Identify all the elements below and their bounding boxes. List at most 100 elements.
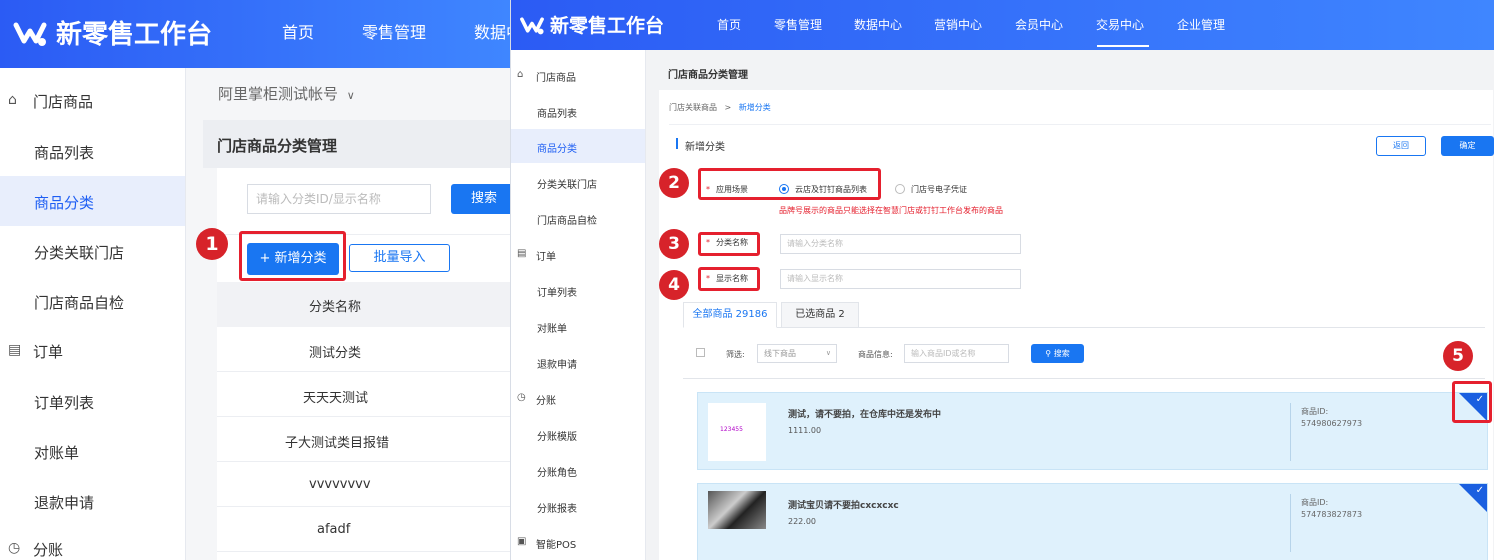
tab-all-products[interactable]: 全部商品 29186 — [683, 302, 777, 328]
back-button[interactable]: 返回 — [1376, 136, 1426, 156]
search-input[interactable]: 请输入分类ID/显示名称 — [247, 184, 431, 214]
product-name: 测试，请不要拍，在仓库中还是发布中 — [788, 410, 942, 420]
search-icon: ⚲ — [1045, 349, 1052, 358]
product-name: 测试宝贝请不要拍cxcxcxc — [788, 501, 899, 511]
store-icon: ⌂ — [517, 69, 524, 80]
nav-home[interactable]: 首页 — [282, 19, 362, 43]
sidebar-group-store[interactable]: ⌂ 门店商品 — [511, 58, 645, 90]
sidebar-item-order-list[interactable]: 订单列表 — [0, 376, 185, 424]
filter-search-button[interactable]: ⚲ 搜索 — [1031, 344, 1084, 363]
annotation-badge-4: 4 — [659, 270, 689, 300]
annotation-box-select — [1452, 381, 1492, 423]
sidebar-group-order[interactable]: ▤ 订单 — [0, 326, 185, 374]
sidebar-item-product-list[interactable]: 商品列表 — [0, 126, 185, 174]
brand[interactable]: 新零售工作台 — [519, 11, 664, 38]
sidebar-item-category-stores[interactable]: 分类关联门店 — [511, 165, 645, 199]
sidebar-item-refund[interactable]: 退款申请 — [511, 345, 645, 379]
product-info-input[interactable]: 输入商品ID或名称 — [904, 344, 1009, 363]
nav-member[interactable]: 会员中心 — [1015, 16, 1096, 33]
table-header: 分类名称 — [217, 282, 510, 327]
brand-logo-icon — [12, 15, 48, 51]
scene-hint: 品牌号展示的商品只能选择在智慧门店或钉钉工作台发布的商品 — [779, 206, 1003, 215]
nav-enterprise[interactable]: 企业管理 — [1177, 16, 1225, 33]
brand-name: 新零售工作台 — [550, 15, 665, 37]
top-nav-bar: 新零售工作台 首页 零售管理 数据中心 — [0, 0, 510, 68]
product-id: 574783827873 — [1301, 510, 1363, 519]
sidebar-item-category-stores[interactable]: 分类关联门店 — [0, 226, 185, 274]
sidebar-item-product-list[interactable]: 商品列表 — [511, 94, 645, 128]
filter-select[interactable]: 线下商品 ∨ — [757, 344, 837, 363]
radio-voucher-label[interactable]: 门店号电子凭证 — [911, 184, 967, 195]
nav-home[interactable]: 首页 — [717, 16, 774, 33]
sidebar-item-split-template[interactable]: 分账模版 — [511, 417, 645, 451]
display-name-input[interactable]: 请输入显示名称 — [780, 269, 1021, 289]
sidebar-group-store[interactable]: ⌂ 门店商品 — [0, 76, 185, 124]
breadcrumb-current: 新增分类 — [738, 103, 771, 112]
tab-selected-products[interactable]: 已选商品 2 — [781, 302, 859, 328]
sidebar-item-refund[interactable]: 退款申请 — [0, 476, 185, 524]
batch-import-button[interactable]: 批量导入 — [349, 244, 450, 272]
product-card[interactable]: 123455 测试，请不要拍，在仓库中还是发布中 1111.00 商品ID: 5… — [697, 392, 1488, 470]
page-title: 门店商品分类管理 — [217, 137, 338, 155]
clock-icon: ◷ — [517, 392, 526, 403]
table-row[interactable]: 天天天测试 — [217, 372, 510, 417]
table-row[interactable]: 子大测试类目报错 — [217, 417, 510, 462]
sidebar-item-split-role[interactable]: 分账角色 — [511, 453, 645, 487]
annotation-badge-5: 5 — [1443, 341, 1473, 371]
content-panel: 门店关联商品 > 新增分类 新增分类 返回 确定 * 应用场景 云店及钉钉商品列… — [659, 90, 1494, 560]
nav-retail[interactable]: 零售管理 — [774, 16, 854, 33]
confirm-button[interactable]: 确定 — [1441, 136, 1494, 156]
annotation-box-display-name — [698, 267, 760, 291]
store-icon: ⌂ — [8, 92, 17, 108]
sidebar-group-split[interactable]: ◷ 分账 — [511, 381, 645, 415]
nav-data[interactable]: 数据中心 — [474, 19, 510, 43]
table-row[interactable]: afadf — [217, 507, 510, 552]
form-header: 新增分类 返回 确定 — [669, 124, 1494, 162]
table-row[interactable]: 测试分类 — [217, 327, 510, 372]
sidebar-group-pos[interactable]: ▣ 智能POS — [511, 525, 645, 559]
check-icon: ✓ — [1475, 485, 1484, 496]
sidebar-item-statement[interactable]: 对账单 — [511, 309, 645, 343]
product-card[interactable]: 测试宝贝请不要拍cxcxcxc 222.00 商品ID: 57478382787… — [697, 483, 1488, 560]
annotation-box-scene — [698, 168, 881, 200]
category-name-input[interactable]: 请输入分类名称 — [780, 234, 1021, 254]
brand-name: 新零售工作台 — [56, 20, 213, 50]
chevron-down-icon: ∨ — [346, 89, 355, 102]
search-button[interactable]: 搜索 — [451, 184, 510, 214]
right-screenshot: 新零售工作台 首页 零售管理 数据中心 营销中心 会员中心 交易中心 企业管理 … — [510, 0, 1494, 560]
page-title-bar: 门店商品分类管理 — [203, 120, 510, 168]
tab-bar: 全部商品 29186 已选商品 2 — [683, 302, 1485, 328]
breadcrumb-parent[interactable]: 门店关联商品 — [669, 103, 717, 112]
chevron-down-icon: ∨ — [825, 349, 831, 357]
nav-trade[interactable]: 交易中心 — [1096, 16, 1177, 33]
sidebar-item-order-list[interactable]: 订单列表 — [511, 273, 645, 307]
breadcrumb: 门店关联商品 > 新增分类 — [669, 103, 771, 112]
sidebar-item-split-report[interactable]: 分账报表 — [511, 489, 645, 523]
nav-retail[interactable]: 零售管理 — [362, 19, 474, 43]
sidebar-item-product-category[interactable]: 商品分类 — [0, 176, 185, 226]
nav-marketing[interactable]: 营销中心 — [934, 16, 1015, 33]
product-thumbnail — [708, 491, 766, 529]
sidebar-item-self-check[interactable]: 门店商品自检 — [0, 276, 185, 324]
nav-active-indicator — [1097, 45, 1149, 47]
sidebar-item-self-check[interactable]: 门店商品自检 — [511, 201, 645, 235]
product-thumbnail: 123455 — [708, 403, 766, 461]
sidebar: ⌂ 门店商品 商品列表 商品分类 分类关联门店 门店商品自检 ▤ 订单 订单列表… — [511, 50, 646, 560]
annotation-box-category-name — [698, 232, 760, 256]
left-screenshot: 新零售工作台 首页 零售管理 数据中心 ⌂ 门店商品 商品列表 商品分类 分类关… — [0, 0, 510, 560]
sidebar-item-statement[interactable]: 对账单 — [0, 426, 185, 474]
select-all-checkbox[interactable] — [696, 348, 705, 357]
brand-logo-icon — [519, 12, 545, 38]
annotation-badge-2: 2 — [659, 168, 689, 198]
sidebar-group-order[interactable]: ▤ 订单 — [511, 237, 645, 271]
sidebar-group-split[interactable]: ◷ 分账 — [0, 526, 185, 560]
order-icon: ▤ — [8, 342, 22, 358]
account-switcher[interactable]: 阿里掌柜测试帐号 ∨ — [218, 83, 355, 104]
section-title: 新增分类 — [685, 142, 725, 153]
pos-icon: ▣ — [517, 536, 527, 547]
sidebar-item-product-category[interactable]: 商品分类 — [511, 129, 645, 163]
nav-data[interactable]: 数据中心 — [854, 16, 934, 33]
brand[interactable]: 新零售工作台 — [12, 14, 212, 51]
radio-voucher[interactable] — [895, 184, 905, 194]
table-row[interactable]: vvvvvvvv — [217, 462, 510, 507]
